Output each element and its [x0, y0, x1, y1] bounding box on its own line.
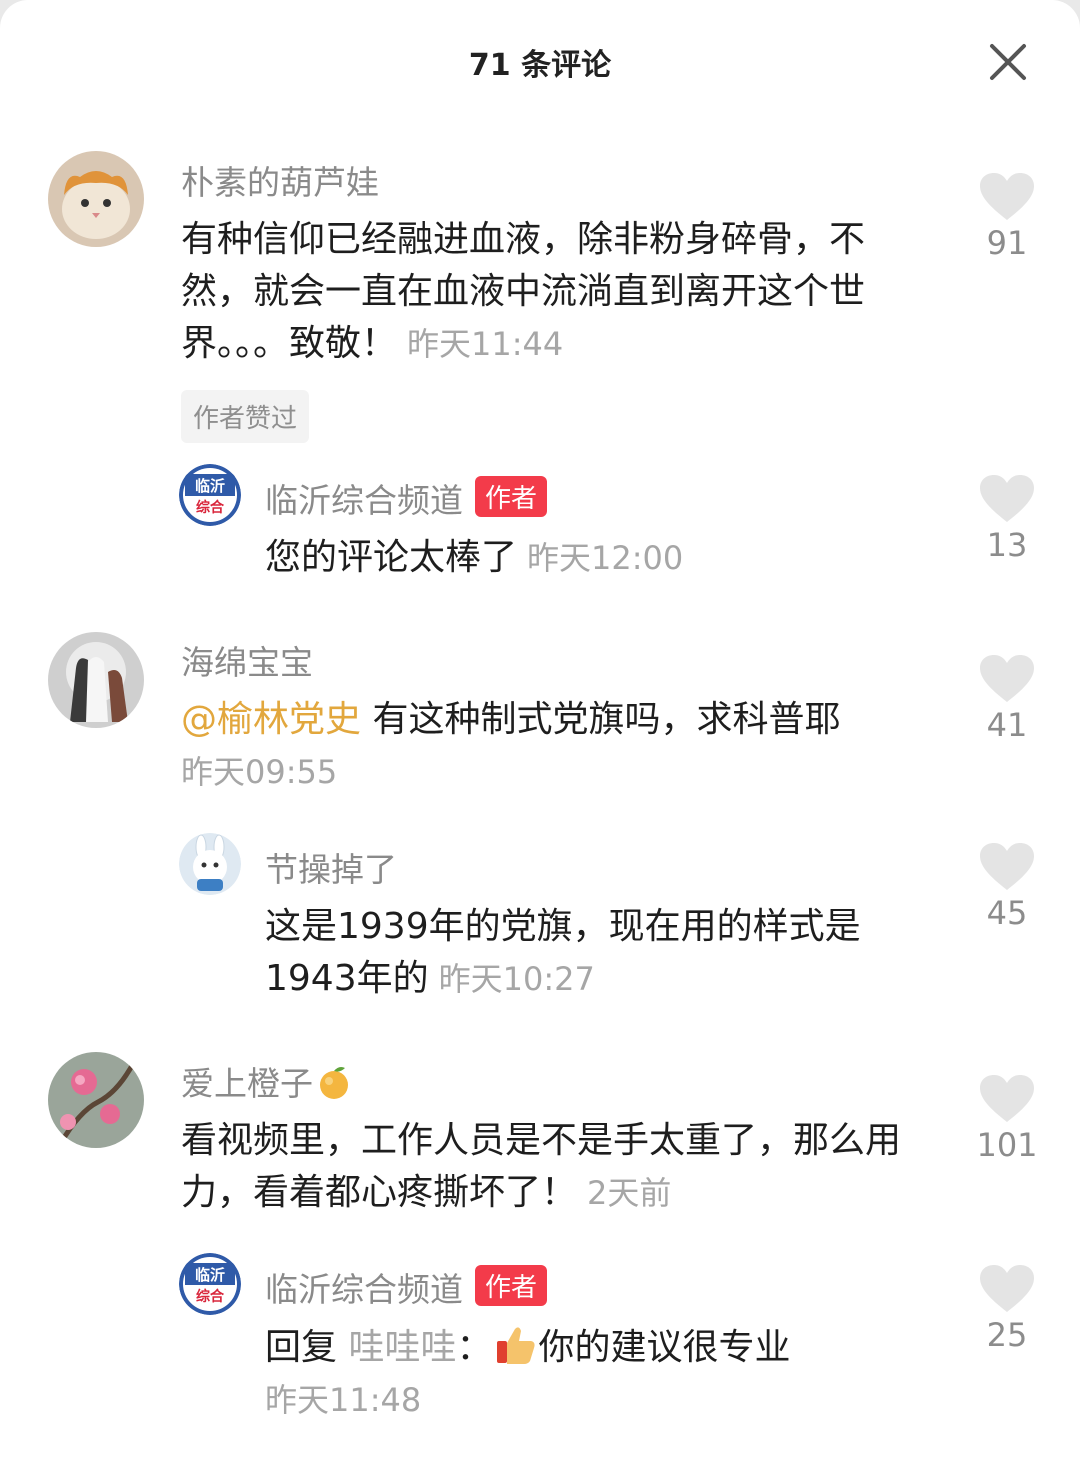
like-count: 45 [986, 894, 1028, 932]
avatar-label-bottom: 综合 [196, 499, 225, 516]
comment-username[interactable]: 临沂综合频道 作者 [265, 474, 548, 522]
comment-text-block: 有种信仰已经融进血液，除非粉身碎骨，不然，就会一直在血液中流淌直到离开这个世界。… [181, 214, 931, 370]
comment-timestamp: 昨天12:00 [527, 539, 684, 577]
like-button[interactable]: 91 [962, 172, 1052, 262]
comment-timestamp: 昨天11:44 [407, 325, 564, 363]
comment-text-block: 您的评论太棒了 昨天12:00 [265, 532, 925, 584]
reply-prefix: 回复 [265, 1327, 338, 1368]
heart-icon [980, 1265, 1034, 1312]
comment-timestamp: 昨天09:55 [181, 753, 338, 791]
like-button[interactable]: 25 [962, 1264, 1052, 1354]
avatar[interactable] [48, 1052, 144, 1148]
comment-text: 有这种制式党旗吗，求科普耶 [361, 699, 841, 740]
like-button[interactable]: 101 [962, 1074, 1052, 1164]
comment-timestamp: 昨天11:48 [265, 1381, 422, 1419]
reply-target-user[interactable]: 哇哇哇 [348, 1327, 456, 1368]
heart-icon [980, 655, 1034, 702]
comment-text-block: 回复 哇哇哇： 你的建议很专业昨天11:48 [265, 1321, 925, 1426]
comment-text: 您的评论太棒了 [265, 537, 518, 578]
heart-icon [980, 1075, 1034, 1122]
reply-colon: ： [456, 1327, 493, 1368]
avatar[interactable] [179, 833, 241, 895]
mention-link[interactable]: @榆林党史 [181, 699, 361, 740]
thumbs-up-emoji-icon [496, 1327, 535, 1364]
like-count: 91 [986, 224, 1028, 262]
like-count: 101 [976, 1126, 1038, 1164]
like-button[interactable]: 13 [962, 474, 1052, 564]
comment-username[interactable]: 节操掉了 [265, 843, 397, 891]
avatar[interactable] [48, 151, 144, 247]
comment-username[interactable]: 朴素的葫芦娃 [181, 156, 379, 204]
author-liked-tag: 作者赞过 [181, 390, 310, 443]
comments-panel: 71 条评论 朴素的葫芦娃 有种信仰已经融进血液，除非粉身碎骨，不然，就会一直在… [0, 0, 1080, 1458]
comment-username[interactable]: 爱上橙子 [181, 1057, 353, 1105]
avatar-label-top: 临沂 [195, 477, 225, 495]
avatar[interactable]: 临沂 综合 [179, 1253, 241, 1315]
heart-icon [980, 173, 1034, 220]
username-text: 临沂综合频道 [265, 481, 463, 520]
comment-count-title: 71 条评论 [468, 48, 612, 83]
comment-text: 看视频里，工作人员是不是手太重了，那么用力，看着都心疼撕坏了！ [181, 1120, 902, 1213]
comment-timestamp: 昨天10:27 [438, 960, 595, 998]
like-count: 41 [986, 706, 1028, 744]
avatar-label-top: 临沂 [195, 1266, 225, 1284]
avatar-label-bottom: 综合 [196, 1288, 225, 1305]
heart-icon [980, 843, 1034, 890]
comment-text-block: 看视频里，工作人员是不是手太重了，那么用力，看着都心疼撕坏了！ 2天前 [181, 1115, 931, 1219]
username-text: 爱上橙子 [181, 1064, 313, 1103]
comment-username[interactable]: 海绵宝宝 [181, 636, 313, 684]
like-button[interactable]: 41 [962, 654, 1052, 744]
comment-text: 你的建议很专业 [538, 1327, 791, 1368]
close-icon [990, 44, 1026, 80]
comment-text-block: @榆林党史 有这种制式党旗吗，求科普耶 昨天09:55 [181, 694, 931, 798]
like-count: 13 [986, 526, 1028, 564]
author-badge: 作者 [475, 1265, 548, 1306]
author-badge: 作者 [475, 476, 548, 517]
close-button[interactable] [982, 36, 1034, 88]
orange-emoji-icon [320, 1067, 348, 1099]
avatar[interactable] [48, 632, 144, 728]
comment-text-block: 这是1939年的党旗，现在用的样式是1943年的 昨天10:27 [265, 901, 925, 1005]
comment-username[interactable]: 临沂综合频道 作者 [265, 1263, 548, 1311]
like-button[interactable]: 45 [962, 842, 1052, 932]
like-count: 25 [986, 1316, 1028, 1354]
heart-icon [980, 475, 1034, 522]
username-text: 临沂综合频道 [265, 1270, 463, 1309]
avatar[interactable]: 临沂 综合 [179, 464, 241, 526]
comment-timestamp: 2天前 [587, 1174, 672, 1212]
